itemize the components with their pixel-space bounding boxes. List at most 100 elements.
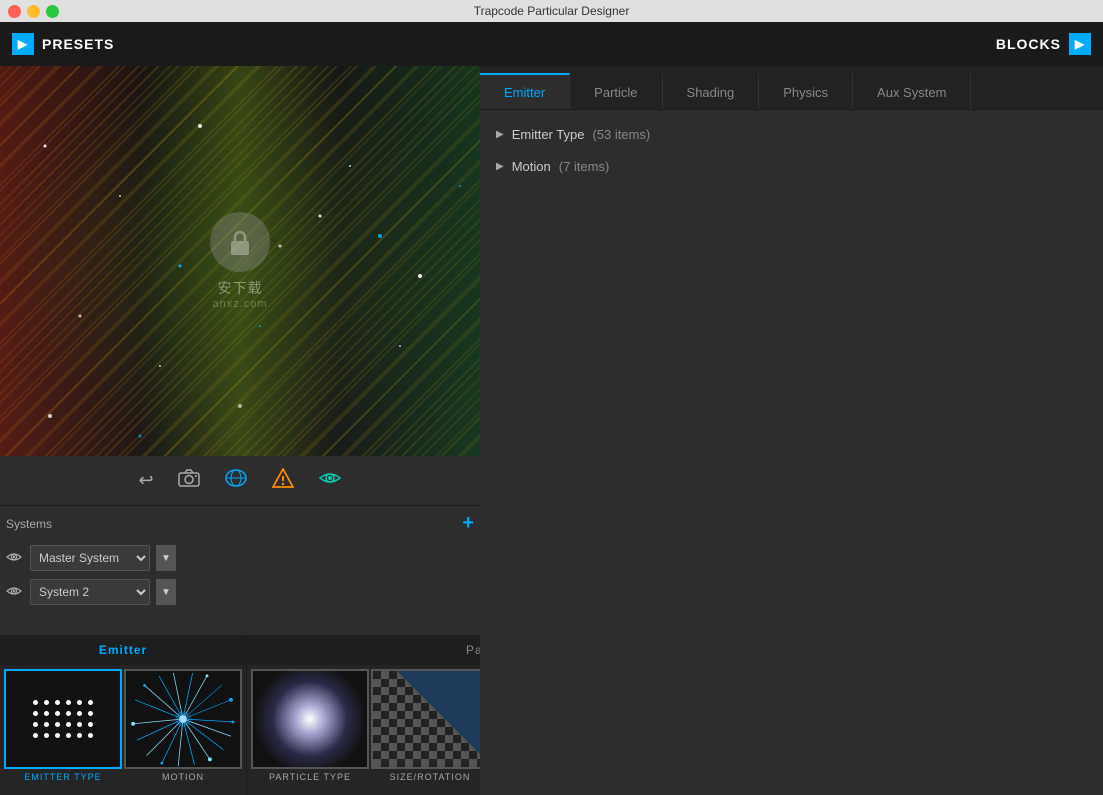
dot	[44, 733, 49, 738]
topbar: ▶ PRESETS BLOCKS ▶	[0, 22, 1103, 66]
left-panel: 安下载 anxz.com ↩	[0, 66, 480, 795]
tab-shading[interactable]: Shading	[663, 73, 760, 109]
dot	[55, 711, 60, 716]
particle-type-label: PARTICLE TYPE	[269, 772, 351, 782]
emitter-type-row[interactable]: ▶ Emitter Type (53 items)	[488, 118, 1095, 150]
dot	[66, 711, 71, 716]
controls-bar: ↩	[0, 456, 480, 506]
traffic-lights	[8, 5, 59, 18]
motion-thumb-img	[124, 669, 242, 769]
size-rotation-thumb-img	[371, 669, 480, 769]
blocks-button[interactable]: BLOCKS ▶	[996, 33, 1091, 55]
dot	[88, 711, 93, 716]
dot	[88, 722, 93, 727]
add-system-button[interactable]: +	[462, 512, 474, 535]
lock-icon	[225, 227, 255, 257]
emitter-type-count: (53 items)	[592, 127, 650, 142]
emitter-type-section-title: Emitter Type	[512, 127, 585, 142]
dot	[77, 711, 82, 716]
particle-thumbnails: PARTICLE TYPE SIZE/ROTATION	[247, 665, 480, 795]
dot	[55, 722, 60, 727]
thumbnail-strip: Emitter	[0, 635, 480, 795]
dot	[66, 700, 71, 705]
emitter-type-label: EMITTER TYPE	[24, 772, 101, 782]
burst-svg	[126, 671, 240, 767]
dot	[44, 722, 49, 727]
size-rotation-thumbnail[interactable]: SIZE/ROTATION	[371, 669, 480, 791]
close-button[interactable]	[8, 5, 21, 18]
system-row-1: Master System ▼	[6, 541, 474, 575]
size-rotation-label: SIZE/ROTATION	[390, 772, 471, 782]
motion-thumbnail[interactable]: MOTION	[124, 669, 242, 791]
watermark: 安下载 anxz.com	[210, 212, 270, 310]
right-panel: Emitter Particle Shading Physics Aux Sys…	[480, 66, 1103, 795]
system-row-2: System 2 ▼	[6, 575, 474, 609]
dot	[88, 700, 93, 705]
dot	[77, 722, 82, 727]
particle-type-thumb-img	[251, 669, 369, 769]
app-container: ▶ PRESETS BLOCKS ▶	[0, 22, 1103, 795]
motion-section-title: Motion	[512, 159, 551, 174]
minimize-button[interactable]	[27, 5, 40, 18]
system-2-dropdown-button[interactable]: ▼	[156, 579, 176, 605]
warning-icon[interactable]	[268, 464, 298, 497]
particle-thumbnail-section: Particle PARTICLE TYPE	[247, 635, 480, 795]
motion-arrow-icon: ▶	[496, 161, 504, 172]
motion-count: (7 items)	[559, 159, 610, 174]
dot	[77, 733, 82, 738]
tab-emitter[interactable]: Emitter	[480, 73, 570, 109]
dot	[77, 700, 82, 705]
eye-preview-icon[interactable]	[314, 465, 346, 496]
tab-particle[interactable]: Particle	[570, 73, 662, 109]
maximize-button[interactable]	[46, 5, 59, 18]
emitter-type-thumbnail[interactable]: EMITTER TYPE	[4, 669, 122, 791]
presets-label: PRESETS	[42, 36, 114, 52]
system-1-dropdown-button[interactable]: ▼	[156, 545, 176, 571]
particle-glow-preview	[253, 671, 367, 767]
system-2-select[interactable]: System 2	[30, 579, 150, 605]
dot	[66, 722, 71, 727]
dot	[88, 733, 93, 738]
presets-button[interactable]: ▶ PRESETS	[12, 33, 114, 55]
presets-arrow-icon: ▶	[12, 33, 34, 55]
tab-aux-system[interactable]: Aux System	[853, 73, 971, 109]
emitter-section-label: Emitter	[0, 635, 246, 665]
preview-area: 安下载 anxz.com	[0, 66, 480, 456]
dot	[66, 733, 71, 738]
watermark-icon	[210, 212, 270, 272]
systems-header: Systems +	[6, 512, 474, 535]
emitter-icon[interactable]	[220, 464, 252, 497]
undo-icon[interactable]: ↩	[134, 466, 157, 495]
camera-icon[interactable]	[174, 465, 204, 496]
motion-row[interactable]: ▶ Motion (7 items)	[488, 150, 1095, 182]
dot	[33, 711, 38, 716]
systems-label: Systems	[6, 517, 52, 531]
dot	[33, 700, 38, 705]
particle-type-thumbnail[interactable]: PARTICLE TYPE	[251, 669, 369, 791]
titlebar: Trapcode Particular Designer	[0, 0, 1103, 22]
size-rotation-preview	[373, 671, 480, 767]
motion-label: MOTION	[162, 772, 204, 782]
main-content: 安下载 anxz.com ↩	[0, 66, 1103, 795]
dot	[33, 733, 38, 738]
blocks-arrow-icon: ▶	[1069, 33, 1091, 55]
dot	[55, 733, 60, 738]
dot	[55, 700, 60, 705]
blocks-label: BLOCKS	[996, 36, 1061, 52]
dot	[44, 700, 49, 705]
tabs-bar: Emitter Particle Shading Physics Aux Sys…	[480, 66, 1103, 110]
system-1-select[interactable]: Master System	[30, 545, 150, 571]
system-1-visibility-icon[interactable]	[6, 550, 24, 566]
dot	[33, 722, 38, 727]
tab-physics[interactable]: Physics	[759, 73, 853, 109]
emitter-type-arrow-icon: ▶	[496, 129, 504, 140]
emitter-type-thumb-img	[4, 669, 122, 769]
watermark-text: 安下载	[218, 278, 263, 298]
settings-content: ▶ Emitter Type (53 items) ▶ Motion (7 it…	[480, 110, 1103, 795]
emitter-thumbnail-section: Emitter	[0, 635, 247, 795]
dot	[44, 711, 49, 716]
system-2-visibility-icon[interactable]	[6, 584, 24, 600]
dots-grid	[25, 692, 101, 746]
systems-container: Systems + Master System ▼	[0, 506, 480, 635]
particle-section-label: Particle	[247, 635, 480, 665]
